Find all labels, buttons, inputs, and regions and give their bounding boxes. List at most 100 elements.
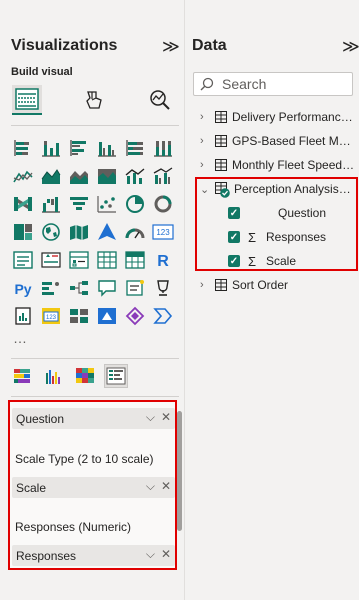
key-influencers-icon[interactable]	[39, 276, 63, 300]
well-field-scale[interactable]: Scale ⌵ ✕	[12, 477, 175, 498]
table-icon	[215, 279, 227, 291]
divider	[11, 358, 179, 359]
more-visuals-button[interactable]: …	[13, 330, 28, 346]
well-field-question[interactable]: Question ⌵ ✕	[12, 408, 175, 429]
filled-map-icon[interactable]	[67, 220, 91, 244]
table-row[interactable]: › Sort Order	[200, 275, 357, 295]
chevron-right-icon[interactable]: ›	[200, 111, 210, 123]
visualizations-title: Visualizations	[11, 37, 118, 54]
table-row[interactable]: › GPS-Based Fleet Mov...	[200, 131, 357, 151]
table-name: GPS-Based Fleet Mov...	[232, 134, 357, 148]
ribbon-chart-icon[interactable]	[11, 192, 35, 216]
map-icon[interactable]	[39, 220, 63, 244]
smart-narrative-icon[interactable]	[123, 276, 147, 300]
kpi-icon[interactable]	[39, 248, 63, 272]
well-field-label: Question	[16, 411, 65, 426]
search-placeholder: Search	[222, 76, 267, 92]
slicer-icon[interactable]	[67, 248, 91, 272]
line-chart-icon[interactable]	[11, 164, 35, 188]
clustered-bar-chart-icon[interactable]	[67, 136, 91, 160]
visualizations-pane: Visualizations ≫ Build visual 123 R Py 1…	[0, 0, 185, 600]
table-row[interactable]: › Monthly Fleet Speed, ...	[200, 155, 357, 175]
divider	[11, 125, 179, 126]
search-icon	[200, 77, 214, 91]
line-and-stacked-column-chart-icon[interactable]	[123, 164, 147, 188]
line-and-clustered-column-chart-icon[interactable]	[151, 164, 175, 188]
donut-chart-icon[interactable]	[151, 192, 175, 216]
chevron-visual-icon[interactable]	[151, 304, 175, 328]
treemap-icon[interactable]	[11, 220, 35, 244]
build-visual-label: Build visual	[11, 66, 73, 78]
stacked-column-chart-icon[interactable]	[39, 136, 63, 160]
custom-visual-2-icon[interactable]	[42, 364, 66, 388]
chevron-right-icon[interactable]: ›	[200, 159, 210, 171]
highlight-box	[195, 177, 358, 271]
well-field-responses[interactable]: Responses ⌵ ✕	[12, 545, 175, 566]
gauge-icon[interactable]	[123, 220, 147, 244]
azure-map-icon[interactable]	[95, 220, 119, 244]
table-name: Monthly Fleet Speed, ...	[232, 158, 357, 172]
azure-maps-card-icon[interactable]: 123	[39, 304, 63, 328]
well-field-label: Responses	[16, 548, 77, 563]
scatter-chart-icon[interactable]	[95, 192, 119, 216]
analytics-icon[interactable]	[145, 85, 175, 115]
custom-visual-3-icon[interactable]	[73, 364, 97, 388]
chevron-down-icon[interactable]: ⌵	[146, 479, 155, 494]
data-pane: Data ≫ Search › Delivery Performance ...…	[186, 0, 359, 600]
svg-text:R: R	[157, 253, 169, 269]
format-visual-icon[interactable]	[79, 85, 109, 115]
build-visual-icon[interactable]	[12, 85, 42, 115]
table-row[interactable]: › Delivery Performance ...	[200, 107, 357, 127]
well-label-responses-numeric: Responses (Numeric)	[15, 520, 132, 534]
python-visual-icon[interactable]: Py	[11, 276, 35, 300]
svg-text:123: 123	[156, 228, 170, 237]
table-icon	[215, 159, 227, 171]
table-icon[interactable]	[95, 248, 119, 272]
diamond-visual-icon[interactable]	[123, 304, 147, 328]
table-icon	[215, 135, 227, 147]
search-input[interactable]: Search	[193, 72, 353, 96]
well-field-label: Scale	[16, 480, 47, 495]
svg-text:Py: Py	[14, 281, 31, 297]
divider	[11, 396, 179, 397]
power-apps-icon[interactable]	[67, 304, 91, 328]
collapse-visualizations-button[interactable]: ≫	[162, 38, 180, 55]
table-name: Sort Order	[232, 278, 289, 292]
stacked-bar-chart-icon[interactable]	[11, 136, 35, 160]
svg-text:123: 123	[46, 315, 57, 321]
custom-visual-4-icon[interactable]	[104, 364, 128, 388]
area-chart-icon[interactable]	[39, 164, 63, 188]
card-icon[interactable]: 123	[151, 220, 175, 244]
clustered-column-chart-icon[interactable]	[95, 136, 119, 160]
r-script-visual-icon[interactable]: R	[151, 248, 175, 272]
chevron-down-icon[interactable]: ⌵	[146, 547, 155, 562]
100-stacked-bar-chart-icon[interactable]	[123, 136, 147, 160]
multi-row-card-icon[interactable]	[11, 248, 35, 272]
stacked-area-chart-icon[interactable]	[67, 164, 91, 188]
close-icon[interactable]: ✕	[161, 547, 171, 562]
matrix-icon[interactable]	[123, 248, 147, 272]
custom-visuals-row	[11, 364, 128, 388]
paginated-report-icon[interactable]	[11, 304, 35, 328]
chevron-right-icon[interactable]: ›	[200, 279, 210, 291]
waterfall-chart-icon[interactable]	[39, 192, 63, 216]
decomposition-tree-icon[interactable]	[67, 276, 91, 300]
custom-visual-1-icon[interactable]	[11, 364, 35, 388]
close-icon[interactable]: ✕	[161, 479, 171, 494]
chevron-right-icon[interactable]: ›	[200, 135, 210, 147]
table-icon	[215, 111, 227, 123]
wells-scrollbar[interactable]	[177, 411, 182, 531]
visual-types-grid: 123 R Py 123	[11, 136, 175, 328]
chevron-down-icon[interactable]: ⌵	[146, 410, 155, 425]
100-stacked-column-chart-icon[interactable]	[151, 136, 175, 160]
metrics-icon[interactable]	[151, 276, 175, 300]
field-wells: Question ⌵ ✕ Scale Type (2 to 10 scale) S…	[8, 400, 177, 570]
pie-chart-icon[interactable]	[123, 192, 147, 216]
100-stacked-area-chart-icon[interactable]	[95, 164, 119, 188]
collapse-data-button[interactable]: ≫	[342, 38, 359, 55]
funnel-chart-icon[interactable]	[67, 192, 91, 216]
close-icon[interactable]: ✕	[161, 410, 171, 425]
table-name: Delivery Performance ...	[232, 110, 357, 124]
qa-icon[interactable]	[95, 276, 119, 300]
power-automate-icon[interactable]	[95, 304, 119, 328]
